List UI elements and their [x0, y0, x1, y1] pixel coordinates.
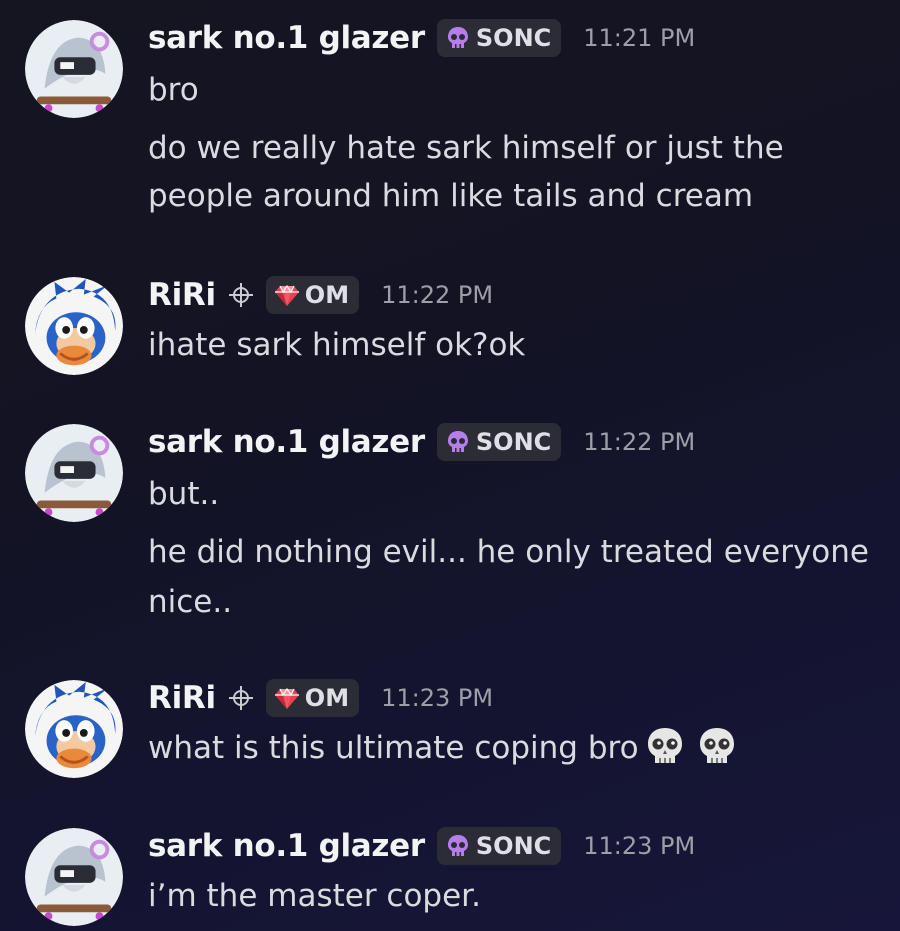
- message-text-content: what is this ultimate coping bro: [148, 730, 639, 766]
- username[interactable]: RiRi: [148, 680, 216, 716]
- message-header: sark no.1 glazer SONC 11:23 PM: [148, 824, 695, 868]
- username[interactable]: sark no.1 glazer: [148, 828, 425, 864]
- ruby-gem-icon: [274, 685, 300, 711]
- timestamp[interactable]: 11:23 PM: [583, 832, 695, 860]
- message-header: sark no.1 glazer SONC 11:22 PM: [148, 420, 695, 464]
- message-text: ihate sark himself ok?ok: [148, 327, 526, 363]
- username[interactable]: RiRi: [148, 277, 216, 313]
- avatar[interactable]: [25, 680, 123, 778]
- timestamp[interactable]: 11:23 PM: [381, 684, 493, 712]
- purple-skull-icon: [445, 833, 471, 859]
- avatar[interactable]: [25, 424, 123, 522]
- crosshair-icon[interactable]: [228, 685, 254, 711]
- crosshair-icon[interactable]: [228, 282, 254, 308]
- message-text: people around him like tails and cream: [148, 178, 754, 214]
- purple-skull-icon: [445, 429, 471, 455]
- server-tag-label: OM: [304, 281, 350, 309]
- server-tag[interactable]: SONC: [436, 423, 562, 461]
- message-text: i’m the master coper.: [148, 878, 481, 914]
- timestamp[interactable]: 11:21 PM: [583, 24, 695, 52]
- server-tag-label: SONC: [475, 24, 552, 52]
- message-text: what is this ultimate coping bro: [148, 724, 739, 772]
- avatar[interactable]: [25, 828, 123, 926]
- username[interactable]: sark no.1 glazer: [148, 20, 425, 56]
- timestamp[interactable]: 11:22 PM: [583, 428, 695, 456]
- server-tag-label: OM: [304, 684, 350, 712]
- message-header: RiRi OM 11:23 PM: [148, 676, 493, 720]
- avatar[interactable]: [25, 277, 123, 375]
- message-header: RiRi OM 11:22 PM: [148, 273, 493, 317]
- server-tag[interactable]: SONC: [436, 19, 562, 57]
- skull-emoji[interactable]: [643, 724, 687, 768]
- skull-emoji[interactable]: [695, 724, 739, 768]
- server-tag-label: SONC: [475, 428, 552, 456]
- message-text: bro: [148, 72, 199, 108]
- message-text: nice..: [148, 584, 233, 620]
- message-header: sark no.1 glazer SONC 11:21 PM: [148, 16, 695, 60]
- ruby-gem-icon: [274, 282, 300, 308]
- server-tag[interactable]: OM: [265, 276, 360, 314]
- message-text: but..: [148, 476, 220, 512]
- message-text: he did nothing evil... he only treated e…: [148, 534, 869, 570]
- server-tag[interactable]: SONC: [436, 827, 562, 865]
- avatar[interactable]: [25, 20, 123, 118]
- username[interactable]: sark no.1 glazer: [148, 424, 425, 460]
- message-text: do we really hate sark himself or just t…: [148, 130, 784, 166]
- timestamp[interactable]: 11:22 PM: [381, 281, 493, 309]
- server-tag-label: SONC: [475, 832, 552, 860]
- purple-skull-icon: [445, 25, 471, 51]
- server-tag[interactable]: OM: [265, 679, 360, 717]
